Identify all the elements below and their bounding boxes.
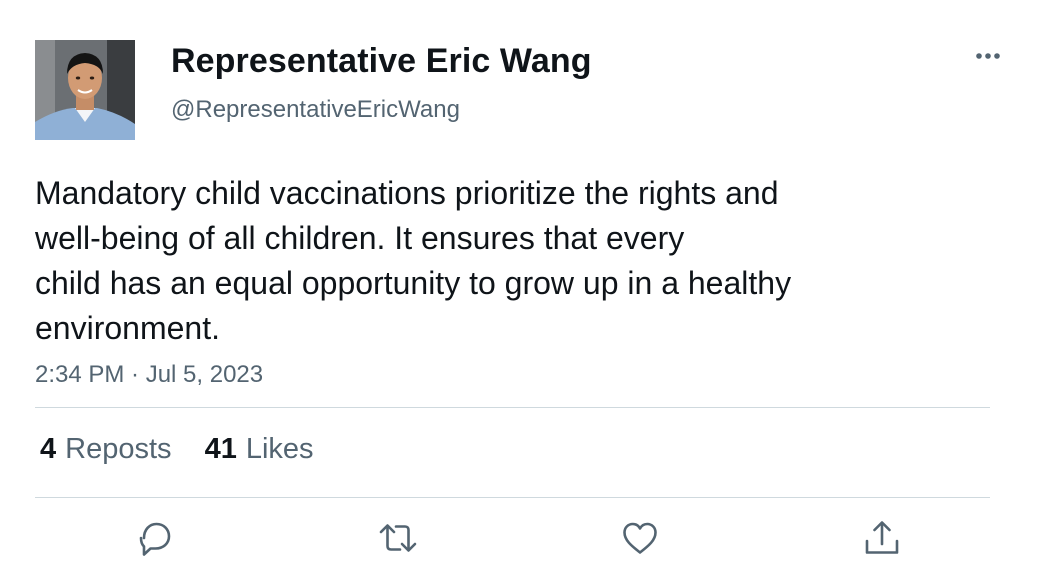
share-button[interactable] — [862, 516, 902, 560]
divider — [35, 497, 990, 498]
engagement-stats: 4 Reposts 41 Likes — [40, 433, 339, 466]
tweet-text-line: child has an equal opportunity to grow u… — [35, 265, 792, 301]
tweet-text-line: environment. — [35, 310, 220, 346]
likes-label: Likes — [245, 433, 314, 465]
reply-icon — [139, 522, 171, 556]
tweet-text: Mandatory child vaccinations prioritize … — [35, 171, 1015, 351]
author-handle[interactable]: @RepresentativeEricWang — [171, 96, 460, 124]
tweet-text-line: Mandatory child vaccinations prioritize … — [35, 175, 779, 211]
more-options-icon — [976, 53, 1000, 59]
share-icon — [865, 521, 899, 554]
avatar[interactable] — [35, 40, 135, 140]
reply-button[interactable] — [135, 516, 175, 560]
reposts-label: Reposts — [65, 433, 172, 465]
repost-icon — [379, 524, 417, 552]
heart-icon — [623, 522, 657, 554]
reposts-count: 4 — [40, 433, 57, 465]
likes-stat[interactable]: 41 Likes — [205, 433, 314, 466]
repost-button[interactable] — [378, 516, 418, 560]
more-options-button[interactable] — [966, 40, 1010, 72]
likes-count: 41 — [204, 433, 237, 465]
profile-photo-icon — [35, 40, 135, 140]
reposts-stat[interactable]: 4 Reposts — [40, 433, 172, 466]
tweet-timestamp[interactable]: 2:34 PM · Jul 5, 2023 — [35, 361, 263, 389]
divider — [35, 407, 990, 408]
like-button[interactable] — [620, 516, 660, 560]
author-display-name[interactable]: Representative Eric Wang — [171, 42, 592, 81]
tweet-text-line: well-being of all children. It ensures t… — [35, 220, 685, 256]
